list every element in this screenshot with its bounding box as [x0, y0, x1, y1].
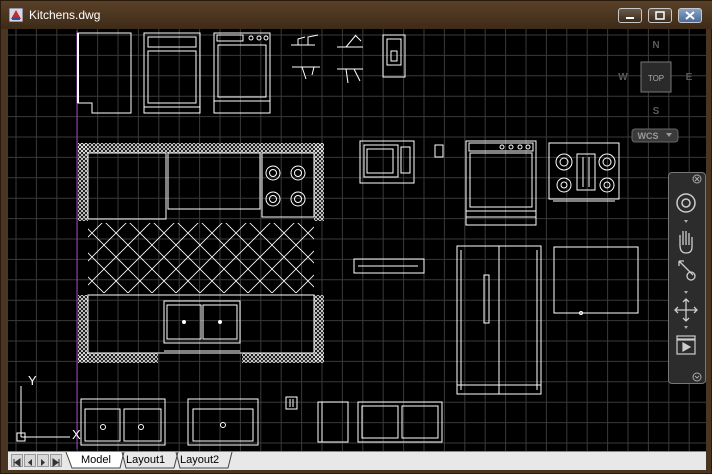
window-title: Kitchens.dwg [29, 8, 101, 22]
chevron-down-icon [684, 291, 688, 294]
faucet-icon-2 [337, 34, 363, 84]
pan-icon[interactable] [679, 231, 693, 254]
model-space-canvas[interactable]: Y X TOP N S W E WCS [8, 29, 706, 451]
prev-arrow-icon [28, 459, 32, 466]
kitchen-floor-plan [78, 143, 324, 363]
single-sink-block [187, 398, 259, 446]
title-bar[interactable]: Kitchens.dwg [1, 1, 712, 29]
ucs-icon [16, 386, 70, 442]
showmotion-icon[interactable] [676, 335, 696, 355]
minimize-icon [626, 17, 634, 19]
double-door-refrigerator-block [456, 245, 542, 395]
navbar-close-icon [692, 174, 702, 184]
range-hood-block [353, 258, 425, 274]
refrigerator-block [77, 32, 132, 114]
first-arrow-icon [13, 458, 21, 467]
navigation-bar-icons [674, 174, 702, 382]
outlet-block [434, 144, 444, 158]
cabinet-block [317, 401, 349, 443]
dispenser-block [382, 34, 406, 78]
viewcube[interactable]: TOP N S W E WCS [618, 40, 693, 143]
microwave-block [359, 140, 415, 184]
navigation-bar [668, 172, 706, 384]
maximize-button[interactable] [648, 8, 672, 23]
steering-wheel-icon[interactable] [676, 193, 696, 213]
ucs-x-label: X [72, 427, 81, 442]
next-tab-button[interactable] [37, 454, 49, 467]
last-tab-button[interactable] [50, 454, 62, 467]
autocad-app-icon [9, 8, 23, 22]
faucet-icon-1 [291, 34, 320, 80]
tab-layout2[interactable]: Layout2 [176, 453, 223, 468]
minimize-button[interactable] [618, 8, 642, 23]
ucs-y-label: Y [28, 373, 37, 388]
range-block [213, 32, 271, 114]
tab-model[interactable]: Model [77, 453, 115, 468]
close-button[interactable] [678, 8, 702, 23]
close-icon [685, 11, 695, 20]
application-window: Kitchens.dwg Y X TOP N S W E WCS Model L… [0, 0, 712, 474]
first-tab-button[interactable] [11, 454, 23, 467]
prev-tab-button[interactable] [24, 454, 36, 467]
chevron-down-icon [684, 220, 688, 223]
compass-west: W [618, 72, 628, 83]
next-arrow-icon [41, 459, 45, 466]
zoom-icon[interactable] [678, 260, 696, 281]
compass-south: S [653, 106, 660, 117]
kitchen-drawing: Y X TOP N S W E WCS [16, 31, 693, 449]
wall-oven-block [465, 140, 537, 226]
small-outlet-block [285, 396, 298, 410]
last-arrow-icon [52, 458, 60, 467]
navbar-settings-icon [692, 372, 702, 382]
viewcube-face-label: TOP [648, 74, 664, 83]
layout-tab-bar: Model Layout1 Layout2 [8, 451, 706, 470]
compass-north: N [652, 40, 659, 51]
restore-icon [655, 11, 665, 20]
wcs-label: WCS [638, 131, 659, 141]
compass-east: E [686, 72, 693, 83]
cooktop-block [548, 142, 620, 202]
orbit-icon[interactable] [674, 298, 698, 322]
dishwasher-block [553, 246, 639, 315]
double-sink-block-1 [80, 398, 166, 446]
double-cabinet-block [357, 401, 443, 443]
chevron-down-icon [684, 326, 688, 329]
tab-layout1[interactable]: Layout1 [122, 453, 169, 468]
oven-block [143, 32, 201, 114]
